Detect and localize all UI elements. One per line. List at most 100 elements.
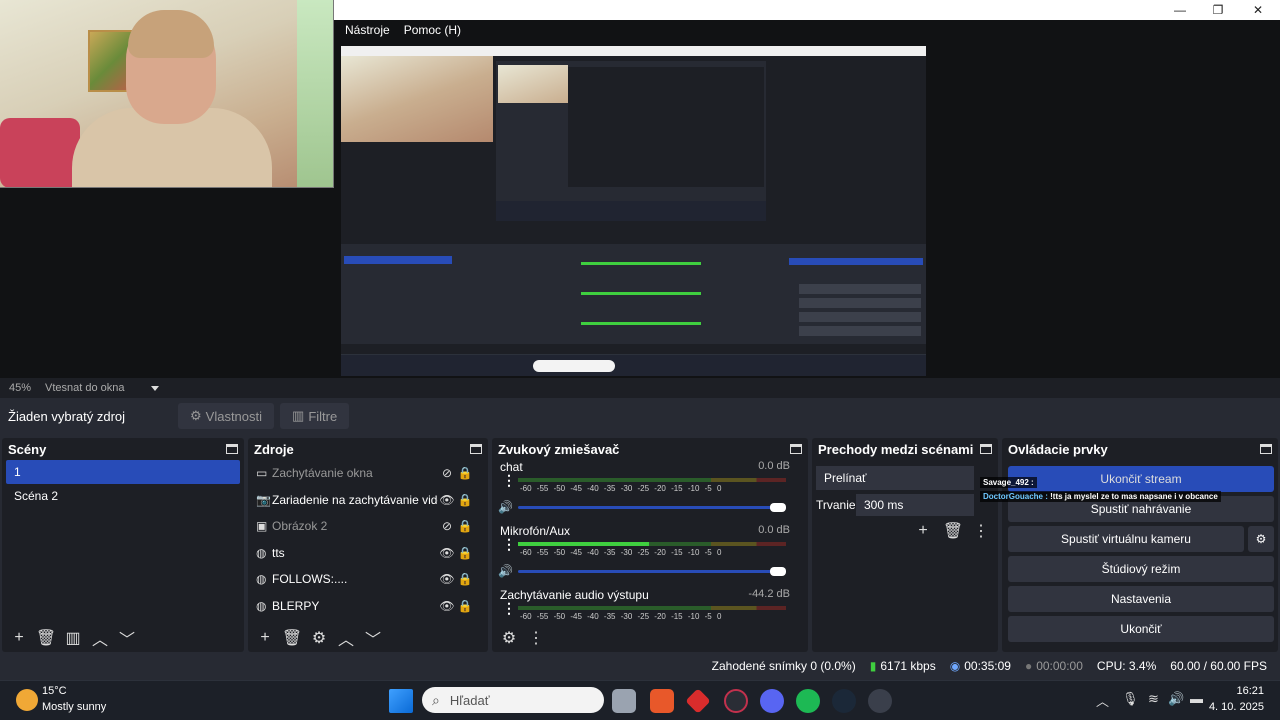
channel-db: -44.2 dB — [748, 588, 790, 600]
chevron-up-icon[interactable]: ︿ — [335, 627, 357, 649]
volume-slider[interactable] — [518, 503, 786, 512]
trash-icon[interactable]: 🗑 — [942, 520, 964, 542]
weather-desc[interactable]: Mostly sunny — [42, 701, 106, 713]
channel-db: 0.0 dB — [758, 524, 790, 536]
exit-button[interactable]: Ukončiť — [1008, 616, 1274, 642]
transition-select[interactable]: Prelínať — [816, 466, 974, 490]
source-item[interactable]: ▣ Obrázok 2 ⊘ 🔒 — [248, 513, 488, 540]
chevron-down-icon[interactable] — [150, 385, 159, 391]
speaker-icon[interactable]: 🔊 — [498, 500, 513, 514]
record-icon: ● — [1024, 659, 1033, 673]
microphone-icon[interactable]: 🎙 — [1122, 691, 1139, 707]
gear-icon[interactable]: ⚙ — [498, 627, 520, 649]
gear-icon[interactable]: ⚙ — [308, 627, 330, 649]
weather-temp[interactable]: 15°C — [42, 685, 67, 697]
menu-dots-icon[interactable]: ⋮ — [970, 520, 992, 542]
duration-input[interactable]: 300 ms — [856, 494, 974, 516]
add-icon[interactable]: + — [912, 520, 934, 542]
trash-icon[interactable]: 🗑 — [35, 627, 57, 649]
mixer-title: Zvukový zmiešavač — [498, 441, 620, 457]
source-item[interactable]: ◍ tts 👁 🔒 — [248, 540, 488, 567]
properties-button[interactable]: ⚙ Vlastnosti — [178, 403, 275, 429]
trash-icon[interactable]: 🗑 — [281, 627, 303, 649]
zoom-mode-select[interactable]: Vtesnat do okna — [45, 382, 125, 394]
volume-icon[interactable]: 🔊 — [1168, 691, 1184, 707]
task-view-icon[interactable] — [612, 689, 636, 713]
undock-icon[interactable] — [980, 444, 992, 454]
chevron-down-icon[interactable]: ﹀ — [362, 627, 384, 649]
source-item[interactable]: ◍ FOLLOWS:.... 👁 🔒 — [248, 566, 488, 593]
eye-slash-icon[interactable]: ⊘ — [438, 519, 456, 533]
filter-icon[interactable]: ▥ — [62, 627, 84, 649]
weather-icon[interactable] — [16, 689, 38, 711]
undock-icon[interactable] — [226, 444, 238, 454]
spotify-icon[interactable] — [796, 689, 820, 713]
menu-tools[interactable]: Nástroje — [345, 23, 390, 37]
eye-icon[interactable]: 👁 — [438, 572, 456, 586]
lock-icon[interactable]: 🔒 — [456, 599, 474, 613]
mixer-channel: Mikrofón/Aux 0.0 dB ⋮ -60 -55 -50 -45 -4… — [492, 524, 808, 588]
clock-time[interactable]: 16:21 — [1218, 685, 1264, 697]
filters-button[interactable]: ▥ Filtre — [280, 403, 350, 429]
studio-mode-button[interactable]: Štúdiový režim — [1008, 556, 1274, 582]
menu-dots-icon[interactable]: ⋮ — [525, 627, 547, 649]
app-icon[interactable] — [685, 688, 711, 714]
undock-icon[interactable] — [470, 444, 482, 454]
scene-item[interactable]: Scéna 2 — [6, 484, 240, 508]
chevron-down-icon[interactable]: ﹀ — [116, 627, 138, 649]
menu-bar: Nástroje Pomoc (H) — [334, 20, 1280, 40]
undock-icon[interactable] — [790, 444, 802, 454]
source-item[interactable]: ◍ BLERPY 👁 🔒 — [248, 593, 488, 620]
eye-icon[interactable]: 👁 — [438, 599, 456, 613]
eye-icon[interactable]: 👁 — [438, 546, 456, 560]
steam-icon[interactable] — [832, 689, 856, 713]
eye-slash-icon[interactable]: ⊘ — [438, 466, 456, 480]
undock-icon[interactable] — [1260, 444, 1272, 454]
lock-icon[interactable]: 🔒 — [456, 572, 474, 586]
maximize-button[interactable]: ❐ — [1200, 0, 1236, 20]
chat-message: !tts ja myslel ze to mas napsane i v obc… — [1050, 492, 1218, 501]
gear-icon[interactable]: ⚙ — [1248, 526, 1274, 552]
chat-overlay: Savage_492 : DoctorGouache : !tts ja mys… — [978, 474, 1280, 506]
lock-icon[interactable]: 🔒 — [456, 519, 474, 533]
chevron-up-icon[interactable]: ︿ — [89, 627, 111, 649]
menu-help[interactable]: Pomoc (H) — [404, 23, 461, 37]
transitions-title: Prechody medzi scénami — [818, 441, 974, 457]
source-name: Zariadenie na zachytávanie videa — [272, 492, 438, 507]
chevron-up-icon[interactable]: ︿ — [1096, 691, 1109, 710]
start-icon[interactable] — [389, 689, 413, 713]
speaker-icon[interactable]: 🔊 — [498, 564, 513, 578]
lock-icon[interactable]: 🔒 — [456, 546, 474, 560]
taskbar-search[interactable]: ⌕ Hľadať — [422, 687, 604, 713]
battery-icon[interactable]: ▬ — [1190, 691, 1203, 706]
clock-date[interactable]: 4. 10. 2025 — [1208, 701, 1264, 713]
menu-dots-icon[interactable]: ⋮ — [502, 600, 516, 617]
add-icon[interactable]: + — [254, 627, 276, 649]
signal-icon: ▮ — [869, 659, 877, 673]
source-item[interactable]: 📷 Zariadenie na zachytávanie videa 👁 🔒 — [248, 487, 488, 514]
virtual-camera-button[interactable]: Spustiť virtuálnu kameru — [1008, 526, 1244, 552]
eye-icon[interactable]: 👁 — [438, 493, 456, 507]
menu-dots-icon[interactable]: ⋮ — [502, 472, 516, 489]
app-icon[interactable] — [650, 689, 674, 713]
discord-icon[interactable] — [760, 689, 784, 713]
lock-icon[interactable]: 🔒 — [456, 466, 474, 480]
wifi-icon[interactable]: ≋ — [1148, 691, 1159, 707]
chat-user: DoctorGouache : — [983, 492, 1048, 501]
volume-slider[interactable] — [518, 567, 786, 576]
meter-ticks: -60 -55 -50 -45 -40 -35 -30 -25 -20 -15 … — [520, 484, 722, 493]
obs-icon[interactable] — [724, 689, 748, 713]
minimize-button[interactable]: — — [1162, 0, 1198, 20]
scene-item[interactable]: 1 — [6, 460, 240, 484]
sources-title: Zdroje — [254, 441, 294, 457]
chrome-icon[interactable] — [868, 689, 892, 713]
search-placeholder: Hľadať — [449, 692, 490, 708]
lock-icon[interactable]: 🔒 — [456, 493, 474, 507]
menu-dots-icon[interactable]: ⋮ — [502, 536, 516, 553]
close-button[interactable]: ✕ — [1240, 0, 1276, 20]
settings-button[interactable]: Nastavenia — [1008, 586, 1274, 612]
source-item[interactable]: ▭ Zachytávanie okna ⊘ 🔒 — [248, 460, 488, 487]
add-icon[interactable]: + — [8, 627, 30, 649]
properties-label: Vlastnosti — [205, 408, 263, 424]
transitions-dock: Prechody medzi scénami Prelínať Trvanie … — [812, 438, 998, 652]
